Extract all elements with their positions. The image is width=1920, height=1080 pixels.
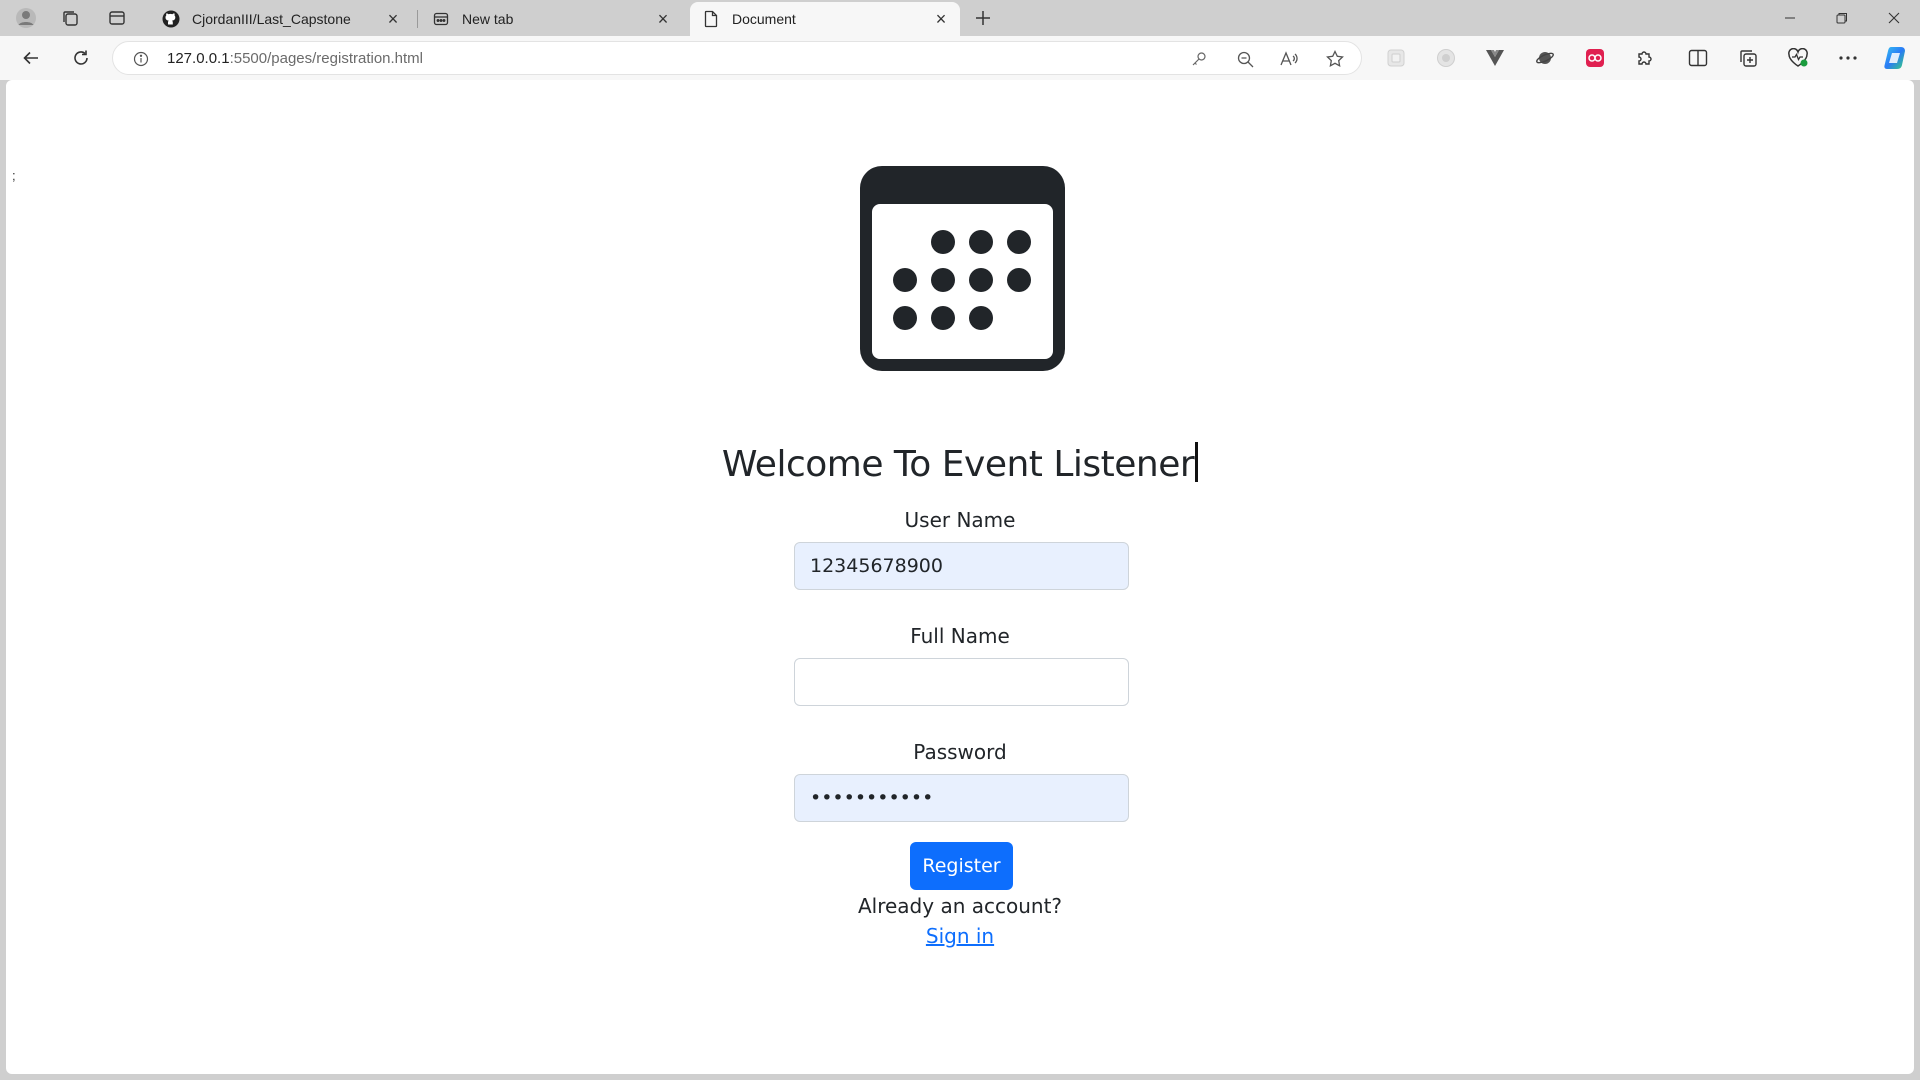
username-input[interactable] bbox=[794, 542, 1129, 590]
password-label: Password bbox=[913, 740, 1007, 764]
browser-toolbar: 127.0.0.1:5500/pages/registration.html bbox=[0, 36, 1920, 80]
extension-circle-icon[interactable] bbox=[1433, 45, 1459, 71]
read-aloud-icon[interactable] bbox=[1277, 47, 1301, 71]
signin-wrapper: Sign in bbox=[6, 924, 1914, 948]
tab-document[interactable]: Document × bbox=[690, 2, 960, 36]
text-caret bbox=[1195, 442, 1199, 482]
fullname-input[interactable] bbox=[794, 658, 1129, 706]
username-label: User Name bbox=[904, 508, 1016, 532]
close-icon[interactable]: × bbox=[654, 10, 672, 28]
register-button[interactable]: Register bbox=[910, 842, 1013, 890]
site-info-icon[interactable] bbox=[129, 47, 153, 71]
minimize-icon[interactable] bbox=[1767, 4, 1813, 32]
tab-new-tab[interactable]: New tab × bbox=[420, 2, 682, 36]
red-extension-icon[interactable] bbox=[1582, 45, 1608, 71]
refresh-icon[interactable] bbox=[67, 44, 95, 72]
stray-text: ; bbox=[12, 168, 16, 183]
fullname-label: Full Name bbox=[910, 624, 1010, 648]
url-path: :5500/pages/registration.html bbox=[229, 50, 424, 67]
collections-icon[interactable] bbox=[1735, 45, 1761, 71]
close-icon[interactable]: × bbox=[932, 10, 950, 28]
close-window-icon[interactable] bbox=[1871, 4, 1917, 32]
planet-extension-icon[interactable] bbox=[1532, 45, 1558, 71]
more-options-icon[interactable] bbox=[1835, 45, 1861, 71]
new-tab-plus-icon[interactable] bbox=[971, 6, 995, 30]
profile-icon[interactable] bbox=[14, 6, 38, 30]
tab-title: New tab bbox=[462, 11, 514, 27]
key-icon[interactable] bbox=[1187, 47, 1211, 71]
tab-actions-icon[interactable] bbox=[105, 6, 129, 30]
page-title: Welcome To Event Listener bbox=[6, 442, 1914, 485]
zoom-out-icon[interactable] bbox=[1233, 47, 1257, 71]
password-input[interactable] bbox=[794, 774, 1129, 822]
tab-title: Document bbox=[732, 11, 796, 27]
workspaces-icon[interactable] bbox=[58, 6, 82, 30]
favorite-star-icon[interactable] bbox=[1323, 47, 1347, 71]
restore-icon[interactable] bbox=[1819, 4, 1865, 32]
newtab-icon bbox=[432, 10, 450, 28]
extensions-puzzle-icon[interactable] bbox=[1632, 45, 1658, 71]
already-account-text: Already an account? bbox=[857, 894, 1063, 918]
signin-link[interactable]: Sign in bbox=[926, 924, 994, 948]
close-icon[interactable]: × bbox=[384, 10, 402, 28]
url-text[interactable]: 127.0.0.1:5500/pages/registration.html bbox=[167, 50, 423, 67]
page-title-text: Welcome To Event Listener bbox=[721, 444, 1195, 485]
address-bar[interactable]: 127.0.0.1:5500/pages/registration.html bbox=[112, 41, 1362, 75]
browser-essentials-icon[interactable] bbox=[1785, 45, 1811, 71]
tab-separator bbox=[417, 10, 418, 28]
calendar-logo-icon bbox=[860, 166, 1065, 371]
back-icon[interactable] bbox=[17, 44, 45, 72]
tab-title: CjordanIII/Last_Capstone bbox=[192, 11, 351, 27]
page-viewport: ; Welcome To Event Listener User Name Fu… bbox=[6, 80, 1914, 1074]
github-icon bbox=[162, 10, 180, 28]
copilot-icon[interactable] bbox=[1881, 43, 1911, 73]
vue-devtools-icon[interactable] bbox=[1482, 45, 1508, 71]
tab-github[interactable]: CjordanIII/Last_Capstone × bbox=[150, 2, 412, 36]
url-host: 127.0.0.1 bbox=[167, 50, 230, 67]
document-icon bbox=[702, 10, 720, 28]
split-screen-icon[interactable] bbox=[1685, 45, 1711, 71]
tab-strip: CjordanIII/Last_Capstone × New tab × Doc… bbox=[0, 0, 1920, 36]
extension-placeholder-icon[interactable] bbox=[1383, 45, 1409, 71]
